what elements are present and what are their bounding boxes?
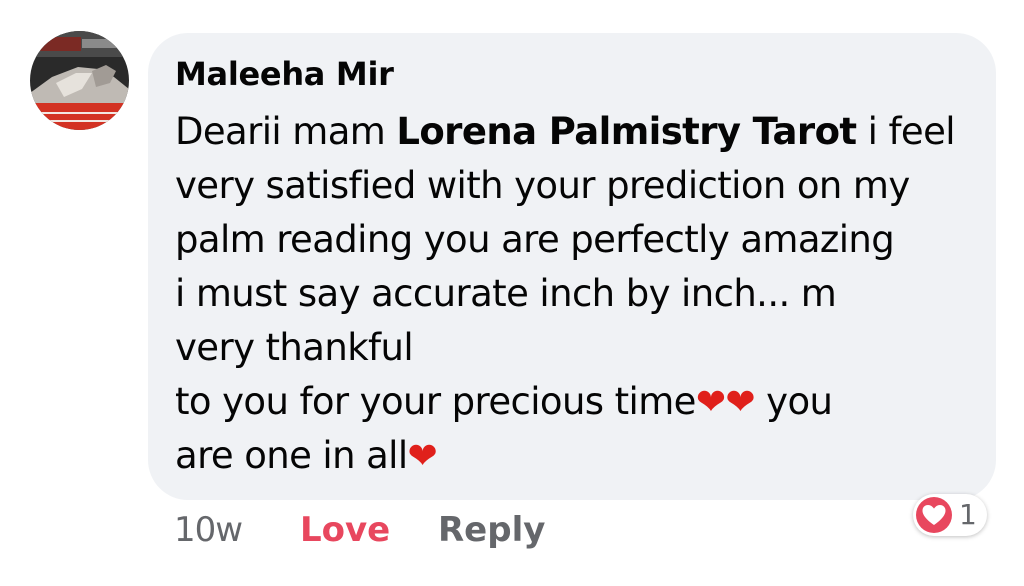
heart-emoji: ❤ bbox=[725, 382, 755, 423]
heart-reaction-icon bbox=[916, 497, 952, 533]
heart-emoji: ❤ bbox=[695, 382, 726, 423]
comment-text: Dearii mam Lorena Palmistry Tarot i feel… bbox=[175, 105, 985, 483]
reaction-count: 1 bbox=[959, 498, 977, 531]
mention-link[interactable]: Lorena Palmistry Tarot bbox=[396, 110, 857, 153]
love-reaction-button[interactable]: Love bbox=[300, 508, 390, 552]
reply-button[interactable]: Reply bbox=[438, 508, 545, 552]
comment-text-segment: very satisfied with your prediction on m… bbox=[175, 164, 910, 207]
avatar-image bbox=[30, 31, 129, 130]
comment-text-segment: you bbox=[755, 380, 833, 423]
heart-emoji: ❤ bbox=[407, 436, 438, 477]
reaction-summary[interactable]: 1 bbox=[913, 494, 987, 536]
comment-text-segment: i must say accurate inch by inch... m bbox=[175, 272, 837, 315]
comment-text-segment: Dearii mam bbox=[175, 110, 397, 153]
comment-bubble: Maleeha Mir Dearii mam Lorena Palmistry … bbox=[148, 33, 996, 500]
comment-text-segment: to you for your precious time bbox=[175, 380, 696, 423]
avatar[interactable] bbox=[30, 31, 129, 130]
comment-timestamp[interactable]: 10w bbox=[174, 508, 243, 552]
comment-text-segment: are one in all bbox=[175, 434, 408, 477]
heart-icon bbox=[922, 505, 946, 525]
comment-text-segment: palm reading you are perfectly amazing bbox=[175, 218, 895, 261]
comment-text-segment: very thankful bbox=[175, 326, 414, 369]
author-name[interactable]: Maleeha Mir bbox=[175, 55, 394, 93]
comment-text-segment: i feel bbox=[856, 110, 956, 153]
